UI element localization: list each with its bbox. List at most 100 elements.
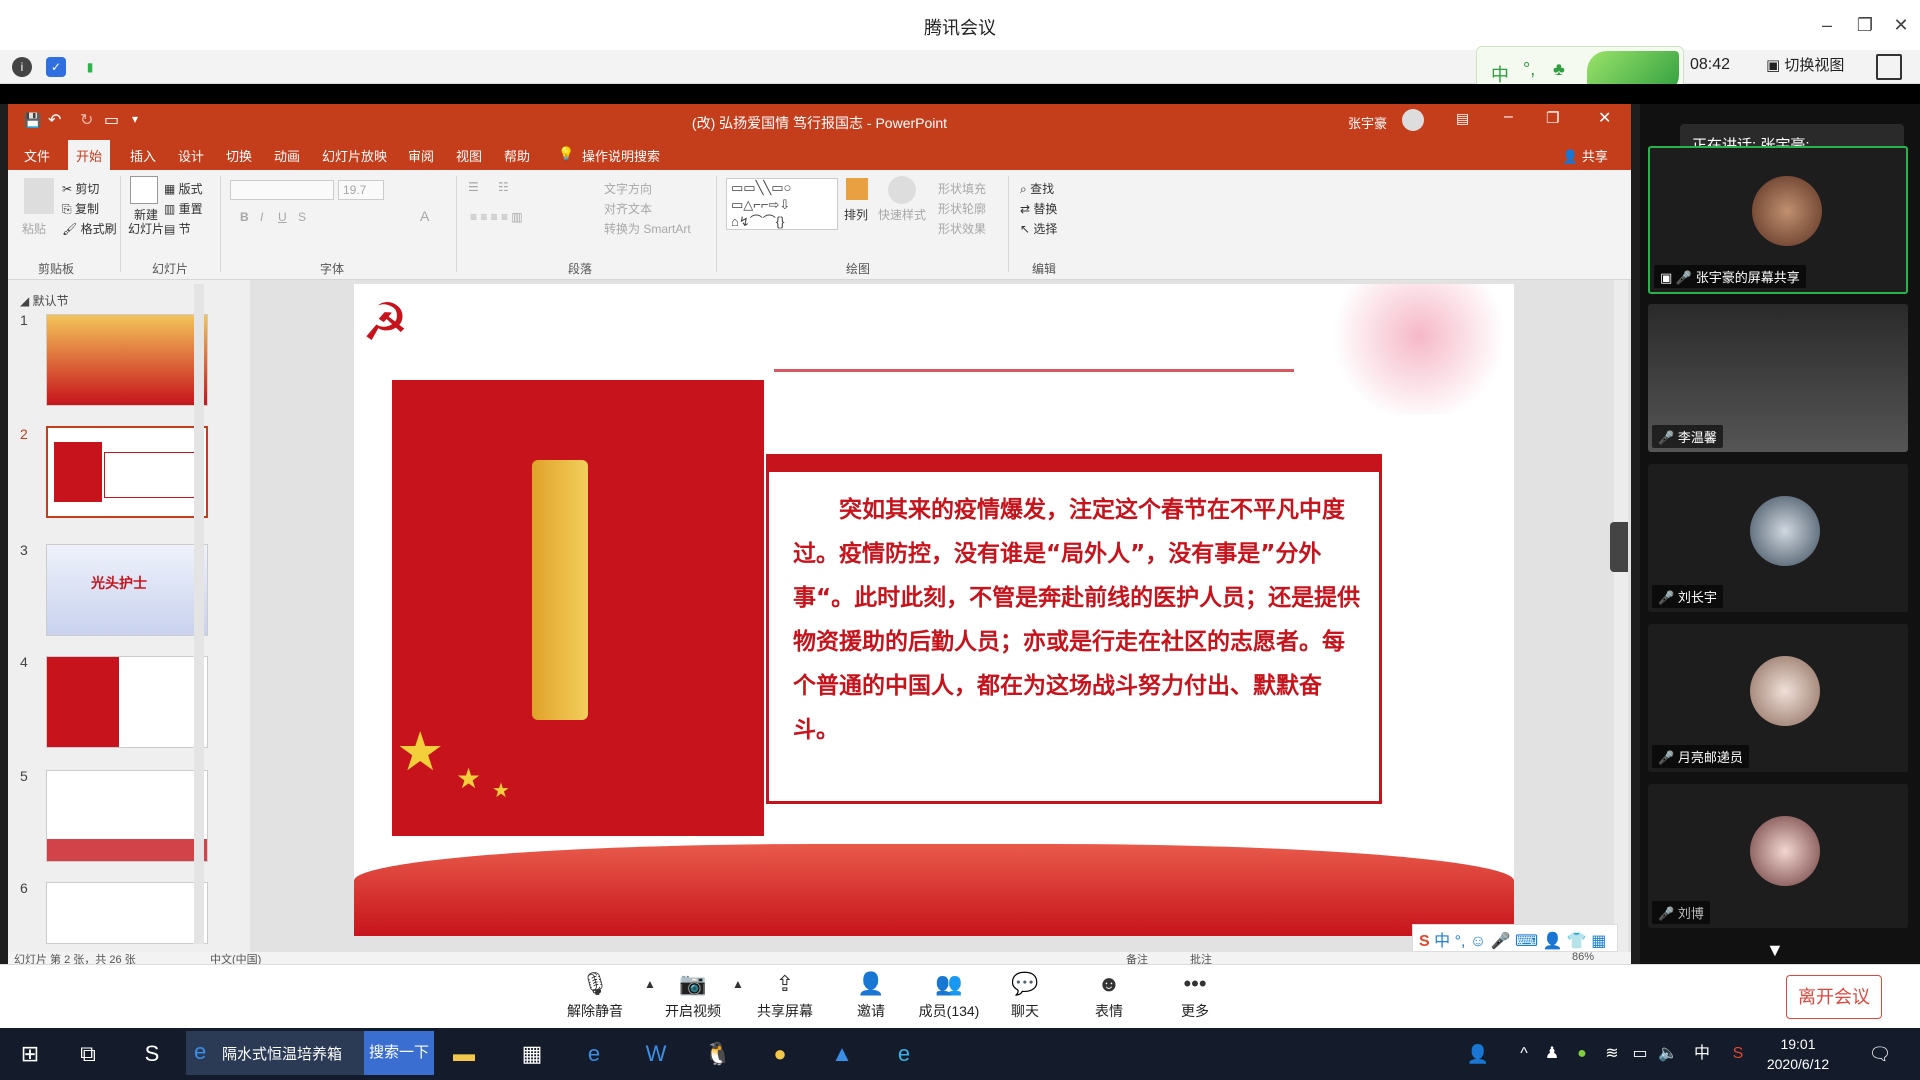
ime-indicator[interactable]: 中: [1686, 1038, 1718, 1070]
members-button[interactable]: 👥 成员(134): [910, 971, 988, 1021]
ribbon-display-icon[interactable]: ▤: [1456, 110, 1469, 127]
info-icon[interactable]: i: [12, 57, 32, 77]
more-button[interactable]: ••• 更多: [1156, 971, 1234, 1021]
smartart-button[interactable]: 转换为 SmartArt: [604, 220, 691, 237]
browser-icon[interactable]: ●: [764, 1038, 796, 1070]
store-icon[interactable]: ▦: [516, 1038, 548, 1070]
shield-icon[interactable]: ✓: [46, 57, 66, 77]
paste-button[interactable]: 粘贴: [22, 220, 46, 237]
underline-button[interactable]: U: [278, 210, 287, 224]
ie-icon[interactable]: e: [888, 1038, 920, 1070]
zoom-level[interactable]: 86%: [1572, 951, 1594, 963]
people-icon[interactable]: 👤: [1462, 1038, 1494, 1070]
tab-animations[interactable]: 动画: [274, 146, 300, 165]
wps-icon[interactable]: W: [640, 1038, 672, 1070]
panel-toggle-handle[interactable]: [1610, 522, 1628, 572]
shapes-gallery[interactable]: ▭▭╲╲▭○ ▭△⌐⌐⇨⇩ ⌂↯⌒⌒{}: [726, 178, 838, 230]
reactions-button[interactable]: ☻ 表情: [1070, 971, 1148, 1021]
quick-styles-icon[interactable]: [888, 176, 916, 204]
shape-fill-button[interactable]: 形状填充: [938, 180, 986, 197]
layout-button[interactable]: ▦ 版式: [164, 180, 203, 197]
participant-tile[interactable]: ▣ 🎤 张宇豪的屏幕共享: [1648, 146, 1908, 294]
slide-text-box[interactable]: 突如其来的疫情爆发，注定这个春节在不平凡中度过。疫情防控，没有谁是“局外人”，没…: [766, 454, 1382, 804]
minimize-icon[interactable]: –: [1812, 10, 1842, 40]
quick-styles-button[interactable]: 快速样式: [878, 206, 926, 223]
chat-button[interactable]: 💬 聊天: [986, 971, 1064, 1021]
participant-tile[interactable]: 🎤 月亮邮递员: [1648, 624, 1908, 772]
participant-tile[interactable]: 🎤 刘博: [1648, 784, 1908, 928]
cut-button[interactable]: ✂ 剪切: [62, 180, 99, 197]
app-icon[interactable]: S: [136, 1038, 168, 1070]
taskbar-browser-item[interactable]: e 隔水式恒温培养箱: [186, 1031, 364, 1075]
section-button[interactable]: ▤ 节: [164, 220, 191, 237]
notification-icon[interactable]: 🗨: [1864, 1038, 1896, 1070]
tab-help[interactable]: 帮助: [504, 146, 530, 165]
select-button[interactable]: ↖ 选择: [1020, 220, 1057, 237]
align-buttons[interactable]: ≡ ≡ ≡ ≡ ▥: [470, 210, 523, 224]
numbering-button[interactable]: ☷: [498, 180, 509, 194]
tab-insert[interactable]: 插入: [130, 146, 156, 165]
video-options-icon[interactable]: ▲: [732, 977, 744, 991]
tell-me-search[interactable]: 操作说明搜索: [582, 146, 660, 165]
task-view-icon[interactable]: ⧉: [72, 1038, 104, 1070]
italic-button[interactable]: I: [260, 210, 263, 224]
windows-start-icon[interactable]: ⊞: [14, 1038, 46, 1070]
tab-transitions[interactable]: 切换: [226, 146, 252, 165]
tab-file[interactable]: 文件: [24, 146, 50, 165]
fullscreen-icon[interactable]: [1876, 54, 1902, 80]
font-color-button[interactable]: A: [420, 208, 429, 224]
tray-app-icon[interactable]: ●: [1566, 1038, 1598, 1070]
shadow-button[interactable]: S: [298, 210, 306, 224]
restore-icon[interactable]: ❐: [1850, 10, 1880, 40]
switch-view-button[interactable]: ▣ 切换视图: [1766, 54, 1866, 80]
slide-thumbnail-2[interactable]: [46, 426, 208, 518]
share-screen-button[interactable]: ⇪ 共享屏幕: [746, 971, 824, 1021]
arrange-button[interactable]: 排列: [844, 206, 868, 223]
format-painter-button[interactable]: 🖌 格式刷: [62, 220, 117, 237]
reset-button[interactable]: ▥ 重置: [164, 200, 203, 217]
arrange-icon[interactable]: [846, 178, 868, 200]
slide-scrollbar[interactable]: [1614, 280, 1628, 952]
tab-design[interactable]: 设计: [178, 146, 204, 165]
ime-punct-icon[interactable]: °,: [1523, 59, 1535, 80]
share-button[interactable]: 👤 共享: [1562, 146, 1608, 165]
invite-button[interactable]: 👤 邀请: [832, 971, 910, 1021]
restore-icon[interactable]: ❐: [1546, 109, 1559, 127]
tab-home[interactable]: 开始: [68, 140, 111, 170]
font-size-select[interactable]: 19.7: [338, 180, 384, 200]
slide-thumbnail-6[interactable]: [46, 882, 208, 944]
copy-button[interactable]: ⎘ 复制: [62, 200, 99, 217]
participant-tile[interactable]: 🎤 李温馨: [1648, 304, 1908, 452]
shape-outline-button[interactable]: 形状轮廓: [938, 200, 986, 217]
shape-effects-button[interactable]: 形状效果: [938, 220, 986, 237]
thumb-scrollbar[interactable]: [194, 284, 204, 944]
qq-icon[interactable]: 🐧: [702, 1038, 734, 1070]
sogou-ime-toolbar[interactable]: S 中 °, ☺ 🎤 ⌨ 👤 👕 ▦: [1412, 924, 1618, 952]
slide-thumbnail-5[interactable]: [46, 770, 208, 862]
new-slide-icon[interactable]: [130, 176, 158, 204]
tencent-meeting-icon[interactable]: ▲: [826, 1038, 858, 1070]
find-button[interactable]: ⌕ 查找: [1020, 180, 1054, 197]
search-button[interactable]: 搜索一下: [364, 1031, 434, 1075]
notes-button[interactable]: 备注: [1126, 951, 1148, 964]
edge-icon[interactable]: e: [578, 1038, 610, 1070]
unmute-button[interactable]: 🎙 解除静音: [556, 971, 634, 1021]
close-icon[interactable]: ✕: [1886, 10, 1916, 40]
close-icon[interactable]: ✕: [1598, 108, 1611, 128]
slide-thumbnail-4[interactable]: [46, 656, 208, 748]
signal-icon[interactable]: ▮: [80, 57, 100, 77]
tray-app-icon[interactable]: ♟: [1536, 1038, 1568, 1070]
comments-button[interactable]: 批注: [1190, 951, 1212, 964]
chevron-down-icon[interactable]: ▼: [1766, 940, 1784, 961]
align-text-button[interactable]: 对齐文本: [604, 200, 652, 217]
font-name-select[interactable]: [230, 180, 334, 200]
participant-tile[interactable]: 🎤 刘长宇: [1648, 464, 1908, 612]
volume-icon[interactable]: 🔈: [1652, 1038, 1684, 1070]
slide-thumbnail-1[interactable]: [46, 314, 208, 406]
tab-view[interactable]: 视图: [456, 146, 482, 165]
leave-meeting-button[interactable]: 离开会议: [1786, 975, 1882, 1019]
replace-button[interactable]: ⇄ 替换: [1020, 200, 1057, 217]
avatar[interactable]: [1402, 109, 1424, 131]
ime-skin-icon[interactable]: ♣: [1553, 59, 1565, 80]
start-video-button[interactable]: 📷 开启视频: [654, 971, 732, 1021]
